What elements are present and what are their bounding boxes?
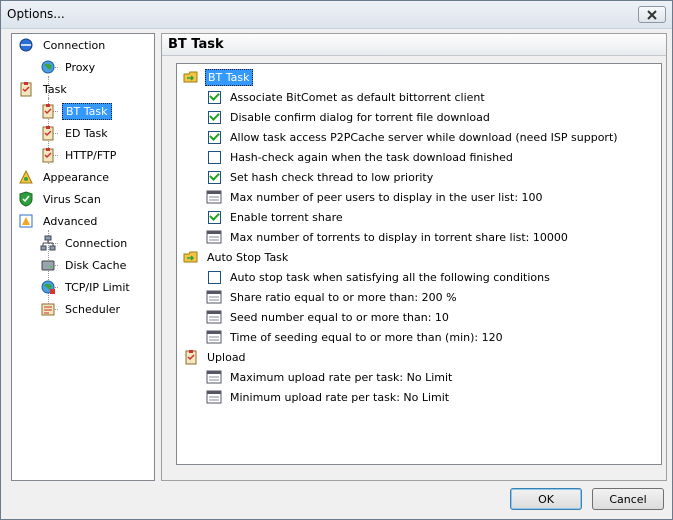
option-auto-stop[interactable]: Auto stop task when satisfying all the f… [206,267,552,287]
folder-arrow-icon [183,69,199,85]
close-button[interactable] [638,6,666,23]
option-seed-number[interactable]: Seed number equal to or more than: 10 [206,307,451,327]
title-bar[interactable]: Options... [1,1,672,29]
tree-item-connection[interactable]: Connection [18,35,108,55]
connection-icon [18,37,34,53]
option-min-upload-rate[interactable]: Minimum upload rate per task: No Limit [206,387,451,407]
option-enable-torrent-share[interactable]: Enable torrent share [206,207,345,227]
network-icon [40,235,56,251]
option-p2pcache[interactable]: Allow task access P2PCache server while … [206,127,620,147]
task-clipboard-icon [40,125,56,141]
proxy-globe-icon [40,59,56,75]
task-clipboard-icon [18,81,34,97]
tree-item-tcpip-limit[interactable]: TCP/IP Limit [40,277,133,297]
group-upload[interactable]: Upload [183,347,248,367]
value-field-icon [206,329,222,345]
option-hash-check-again[interactable]: Hash-check again when the task download … [206,147,515,167]
checkbox[interactable] [207,170,221,184]
checkbox[interactable] [207,110,221,124]
tree-item-disk-cache[interactable]: Disk Cache [40,255,129,275]
group-auto-stop-task[interactable]: Auto Stop Task [183,247,290,267]
shield-icon [18,191,34,207]
scheduler-icon [40,301,56,317]
option-associate-default[interactable]: Associate BitComet as default bittorrent… [206,87,487,107]
checkbox[interactable] [207,150,221,164]
globe-icon [40,279,56,295]
group-bt-task[interactable]: BT Task [183,67,253,87]
tree-item-proxy[interactable]: Proxy [40,57,98,77]
value-field-icon [206,309,222,325]
option-max-torrents[interactable]: Max number of torrents to display in tor… [206,227,570,247]
option-share-ratio[interactable]: Share ratio equal to or more than: 200 % [206,287,459,307]
task-clipboard-icon [40,103,56,119]
value-field-icon [206,369,222,385]
options-tree: Connection Proxy Task BT Task ED Task HT… [11,33,155,481]
appearance-icon [18,169,34,185]
tree-item-advanced-connection[interactable]: Connection [40,233,130,253]
option-max-peer-users[interactable]: Max number of peer users to display in t… [206,187,545,207]
options-list: BT Task Associate BitComet as default bi… [176,63,662,465]
tree-item-scheduler[interactable]: Scheduler [40,299,123,319]
panel-title: BT Task [168,37,224,52]
value-field-icon [206,389,222,405]
value-field-icon [206,189,222,205]
checkbox[interactable] [207,210,221,224]
folder-arrow-icon [183,249,199,265]
task-clipboard-icon [40,147,56,163]
tree-item-appearance[interactable]: Appearance [18,167,112,187]
option-disable-confirm[interactable]: Disable confirm dialog for torrent file … [206,107,492,127]
checkbox[interactable] [207,270,221,284]
option-seeding-time[interactable]: Time of seeding equal to or more than (m… [206,327,505,347]
tree-item-ed-task[interactable]: ED Task [40,123,111,143]
ok-button[interactable]: OK [510,488,582,510]
checkbox[interactable] [207,90,221,104]
value-field-icon [206,289,222,305]
checkbox[interactable] [207,130,221,144]
cancel-button[interactable]: Cancel [592,488,664,510]
close-icon [647,9,657,20]
tree-item-bt-task[interactable]: BT Task [40,101,112,121]
disk-icon [40,257,56,273]
options-dialog: Options... Connection Proxy Task BT Task… [0,0,673,520]
option-max-upload-rate[interactable]: Maximum upload rate per task: No Limit [206,367,454,387]
tree-item-http-ftp[interactable]: HTTP/FTP [40,145,119,165]
panel-header: BT Task [162,34,666,56]
tree-item-task[interactable]: Task [18,79,70,99]
task-clipboard-icon [183,349,199,365]
option-hash-low-priority[interactable]: Set hash check thread to low priority [206,167,435,187]
advanced-icon [18,213,34,229]
tree-item-advanced[interactable]: Advanced [18,211,100,231]
value-field-icon [206,229,222,245]
tree-item-virus-scan[interactable]: Virus Scan [18,189,104,209]
window-title: Options... [7,7,65,21]
